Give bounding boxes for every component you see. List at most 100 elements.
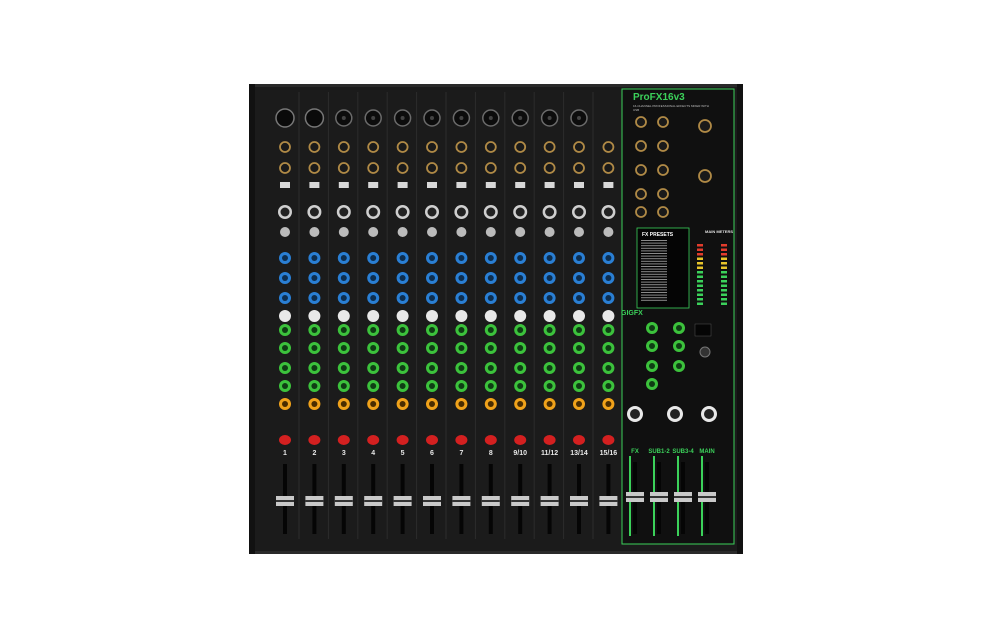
- eq-knob-cap: [517, 295, 524, 301]
- line-input-jack: [602, 141, 615, 153]
- preset-list-line: [641, 245, 667, 247]
- meter-segment-right: [721, 266, 727, 269]
- pan-knob-cap: [546, 401, 553, 407]
- master-aux-knob-cap: [676, 343, 682, 349]
- insert-jack: [602, 162, 615, 174]
- meter-segment-right: [721, 284, 727, 287]
- aux-knob-cap: [311, 345, 318, 351]
- master-level-knob-cap: [630, 409, 640, 419]
- meter-segment-right: [721, 257, 727, 260]
- meter-segment-left: [697, 262, 703, 265]
- preset-list-line: [641, 299, 667, 301]
- eq-knob-cap: [487, 295, 494, 301]
- aux-knob-cap: [487, 365, 494, 371]
- trim-knob: [397, 227, 408, 237]
- xlr-pin: [547, 116, 552, 120]
- aux-knob-cap: [282, 345, 288, 351]
- preset-list-line: [641, 268, 667, 270]
- master-fader-cap-line: [650, 496, 668, 498]
- switch-button: [368, 182, 379, 188]
- aux-knob-cap: [605, 327, 612, 333]
- channel-number-label: 2: [312, 450, 317, 457]
- insert-jack: [455, 162, 468, 174]
- aux-knob-cap: [487, 327, 494, 333]
- fader-cap-line: [423, 500, 441, 502]
- aux-knob-cap: [487, 383, 494, 389]
- eq-knob-cap: [576, 255, 582, 261]
- master-aux-knob-cap: [649, 381, 655, 387]
- meter-segment-left: [697, 302, 703, 305]
- mute-button: [308, 435, 321, 445]
- mute-button: [367, 435, 380, 445]
- fader-cap-line: [511, 500, 530, 502]
- eq-knob-cap: [340, 295, 347, 301]
- meter-segment-left: [697, 280, 703, 283]
- meter-segment-left: [697, 253, 703, 256]
- meter-segment-left: [697, 298, 703, 301]
- eq-knob-cap: [458, 255, 465, 261]
- mid-knob: [455, 310, 468, 322]
- gigfx-logo: GIGFX: [621, 310, 643, 317]
- gain-knob-cap: [486, 207, 496, 217]
- master-aux-knob-cap: [649, 325, 655, 331]
- meter-segment-left: [697, 275, 703, 278]
- aux-knob-cap: [458, 365, 465, 371]
- mute-button: [543, 435, 556, 445]
- insert-jack: [573, 162, 585, 174]
- preset-list-line: [641, 294, 667, 296]
- eq-knob-cap: [546, 295, 553, 301]
- master-level-knob-cap: [704, 409, 714, 419]
- pan-knob-cap: [458, 401, 465, 407]
- mid-knob: [484, 310, 497, 322]
- trim-knob: [515, 227, 526, 237]
- channel-number-label: 7: [459, 450, 464, 457]
- eq-knob-cap: [576, 275, 582, 281]
- channel-number-label: 3: [341, 450, 346, 457]
- aux-knob-cap: [605, 365, 612, 371]
- gain-knob-cap: [280, 207, 290, 217]
- meter-segment-right: [721, 293, 727, 296]
- trim-knob: [544, 227, 555, 237]
- insert-jack: [396, 162, 409, 174]
- fx-display: [694, 323, 712, 337]
- trim-knob: [309, 227, 320, 237]
- aux-knob-cap: [458, 345, 465, 351]
- output-jack: [657, 116, 669, 128]
- pan-knob-cap: [311, 401, 318, 407]
- aux-knob-cap: [399, 365, 406, 371]
- insert-jack: [279, 162, 291, 174]
- aux-knob-cap: [605, 345, 612, 351]
- aux-knob-cap: [340, 327, 347, 333]
- preset-list-line: [641, 273, 667, 275]
- fader-cap-line: [305, 500, 324, 502]
- pan-knob-cap: [282, 401, 288, 407]
- eq-knob-cap: [429, 295, 435, 301]
- trim-knob: [338, 227, 349, 237]
- channel-number-label: 9/10: [513, 450, 527, 457]
- aux-knob-cap: [340, 383, 347, 389]
- channel-number-label: 8: [488, 450, 493, 457]
- eq-knob-cap: [311, 295, 318, 301]
- preset-list-line: [641, 284, 667, 286]
- line-input-jack: [279, 141, 291, 153]
- aux-knob-cap: [370, 345, 377, 351]
- aux-knob-cap: [311, 327, 318, 333]
- meter-segment-right: [721, 298, 727, 301]
- eq-knob-cap: [546, 255, 553, 261]
- aux-knob-cap: [546, 365, 553, 371]
- switch-button: [544, 182, 555, 188]
- output-jack: [635, 206, 647, 218]
- pan-knob-cap: [399, 401, 406, 407]
- trim-knob: [368, 227, 379, 237]
- insert-jack: [484, 162, 497, 174]
- aux-knob-cap: [282, 383, 288, 389]
- gain-knob-cap: [368, 207, 378, 217]
- preset-list-line: [641, 240, 667, 241]
- xlr-pin: [400, 116, 405, 120]
- aux-knob-cap: [546, 383, 553, 389]
- pan-knob-cap: [429, 401, 435, 407]
- meter-segment-right: [721, 275, 727, 278]
- combo-input-jack: [304, 108, 325, 128]
- meter-segment-left: [697, 271, 703, 274]
- line-input-jack: [455, 141, 468, 153]
